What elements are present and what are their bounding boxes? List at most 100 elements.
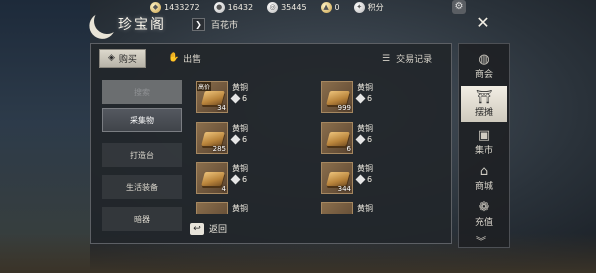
item-price-value: 6 xyxy=(367,94,373,103)
item-slot: 285 xyxy=(196,122,228,154)
points-currency[interactable]: ✦ 积分 xyxy=(353,1,384,13)
sidebar-item-market[interactable]: ▣ 集市 xyxy=(461,124,507,160)
settings-gear-icon[interactable]: ⚙ xyxy=(452,0,466,14)
currency-bar: ◆ 1433272 ● 16432 ◎ 35445 ▲ 0 ✦ 积分 xyxy=(150,0,490,14)
item-price: 6 xyxy=(355,93,373,104)
brass-ingot-icon xyxy=(201,172,225,186)
item-name: 黄铜 xyxy=(357,124,373,133)
item-price-value: 6 xyxy=(367,135,373,144)
list-item[interactable]: 黄铜 xyxy=(196,202,314,214)
item-price-value: 6 xyxy=(367,175,373,184)
search-button[interactable]: 搜索 xyxy=(102,80,182,104)
market-icon: ▣ xyxy=(477,127,491,143)
currency-value: 16432 xyxy=(227,2,254,12)
item-name: 黄铜 xyxy=(357,83,373,92)
item-quantity: 285 xyxy=(212,145,226,153)
close-button[interactable]: ✕ xyxy=(474,14,492,32)
silver-coin-icon xyxy=(230,134,241,145)
tab-sell[interactable]: ✋ 出售 xyxy=(160,49,209,68)
item-name: 黄铜 xyxy=(232,204,248,213)
currency-token: ▲ 0 xyxy=(320,1,340,13)
hand-icon: ✋ xyxy=(167,53,180,63)
item-slot: 6 xyxy=(321,122,353,154)
brass-ingot-icon xyxy=(201,132,225,146)
item-slot xyxy=(196,202,228,214)
trade-record-button[interactable]: ☰ 交易记录 xyxy=(382,52,433,66)
coin-currency-icon: ◎ xyxy=(267,1,279,13)
list-item[interactable]: 高价 34 黄铜 6 xyxy=(196,81,314,115)
back-button[interactable]: ↩ 返回 xyxy=(190,222,227,235)
silver-coin-icon xyxy=(230,174,241,185)
currency-value: 35445 xyxy=(281,2,307,12)
sidebar-item-guild[interactable]: ◍ 商会 xyxy=(461,48,507,84)
title-area: 珍宝阁 xyxy=(88,8,198,34)
sidebar-item-label: 充值 xyxy=(474,217,493,228)
item-price-value: 6 xyxy=(242,94,248,103)
guild-icon: ◍ xyxy=(478,51,490,67)
item-price: 6 xyxy=(230,174,248,185)
item-price: 6 xyxy=(355,174,373,185)
points-label: 积分 xyxy=(367,2,384,12)
item-name: 黄铜 xyxy=(232,124,248,133)
item-name: 黄铜 xyxy=(232,164,248,173)
currency-value: 0 xyxy=(334,2,340,12)
item-slot: 高价 34 xyxy=(196,81,228,113)
page-title: 珍宝阁 xyxy=(118,17,166,33)
item-price: 6 xyxy=(230,93,248,104)
silver-coin-icon xyxy=(355,134,366,145)
list-item[interactable]: 黄铜 xyxy=(321,202,439,214)
item-price-value: 6 xyxy=(242,175,248,184)
brass-ingot-icon xyxy=(201,91,225,105)
recharge-icon: ❁ xyxy=(478,199,490,215)
item-quantity: 4 xyxy=(221,185,226,193)
tab-buy[interactable]: ◈ 购买 xyxy=(99,48,146,68)
list-item[interactable]: 4 黄铜 6 xyxy=(196,162,314,196)
sidebar-item-label: 摆摊 xyxy=(474,107,493,118)
item-badge: 高价 xyxy=(197,82,212,91)
item-quantity: 34 xyxy=(217,104,226,112)
token-currency-icon: ▲ xyxy=(320,1,332,13)
breadcrumb[interactable]: ❯ 百花市 xyxy=(192,17,238,32)
tab-bar: ◈ 购买 ✋ 出售 xyxy=(99,48,209,68)
breadcrumb-label: 百花市 xyxy=(211,21,239,31)
currency-coin: ◎ 35445 xyxy=(267,1,307,13)
list-item[interactable]: 6 黄铜 6 xyxy=(321,122,439,156)
item-quantity: 344 xyxy=(337,185,351,193)
sidebar-item-label: 商城 xyxy=(474,181,493,192)
item-slot: 344 xyxy=(321,162,353,194)
silver-coin-icon xyxy=(355,174,366,185)
item-slot xyxy=(321,202,353,214)
scroll-down-chevron-icon[interactable]: ︾ xyxy=(476,233,486,248)
back-arrow-icon: ↩ xyxy=(190,222,204,235)
item-slot: 999 xyxy=(321,81,353,113)
item-price: 6 xyxy=(230,134,248,145)
sidebar-item-recharge[interactable]: ❁ 充值 xyxy=(461,196,507,232)
chevron-right-icon: ❯ xyxy=(192,18,205,31)
category-gatherables[interactable]: 采集物 xyxy=(102,108,182,132)
item-slot: 4 xyxy=(196,162,228,194)
list-item[interactable]: 285 黄铜 6 xyxy=(196,122,314,156)
sidebar-item-label: 商会 xyxy=(474,69,493,80)
shop-icon: ⌂ xyxy=(479,163,489,179)
brass-ingot-icon xyxy=(326,132,350,146)
bag-icon: ◈ xyxy=(108,53,115,63)
tab-label: 出售 xyxy=(183,54,202,65)
category-crafting-bench[interactable]: 打造台 xyxy=(102,143,182,167)
sidebar-item-shop[interactable]: ⌂ 商城 xyxy=(461,160,507,196)
back-label: 返回 xyxy=(209,225,228,235)
item-name: 黄铜 xyxy=(232,83,248,92)
category-hidden-weapons[interactable]: 暗器 xyxy=(102,207,182,231)
item-price: 6 xyxy=(355,134,373,145)
points-icon: ✦ xyxy=(353,1,365,13)
currency-silver: ● 16432 xyxy=(213,1,254,13)
trade-record-label: 交易记录 xyxy=(396,55,433,65)
category-life-equipment[interactable]: 生活装备 xyxy=(102,175,182,199)
item-quantity: 999 xyxy=(337,104,351,112)
list-item[interactable]: 344 黄铜 6 xyxy=(321,162,439,196)
silver-coin-icon xyxy=(355,93,366,104)
item-quantity: 6 xyxy=(346,145,351,153)
item-price-value: 6 xyxy=(242,135,248,144)
sidebar-item-stall[interactable]: ⛩ 摆摊 xyxy=(461,86,507,122)
list-icon: ☰ xyxy=(382,53,391,64)
list-item[interactable]: 999 黄铜 6 xyxy=(321,81,439,115)
